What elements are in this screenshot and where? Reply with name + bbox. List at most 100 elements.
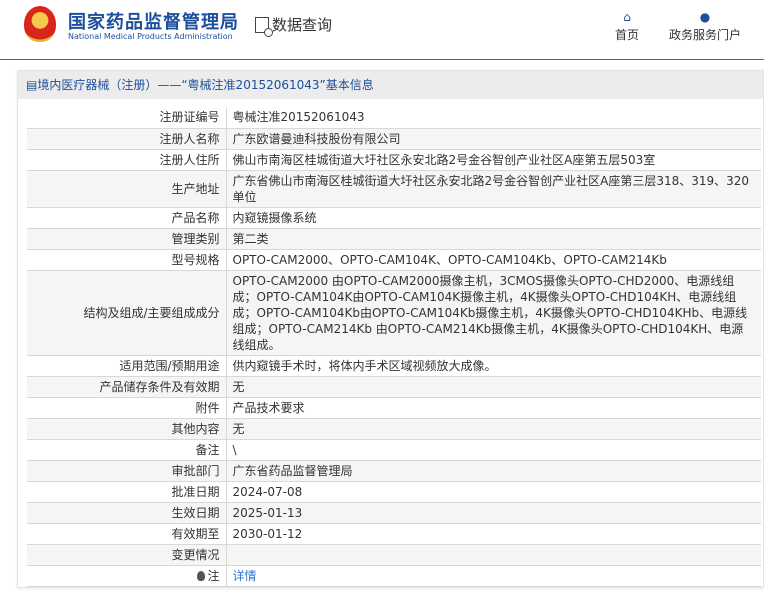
row-value-text: 广东省药品监督管理局 — [232, 463, 353, 478]
table-row: 其他内容无 — [27, 418, 761, 440]
row-label-text: 结构及组成/主要组成成分 — [83, 305, 220, 320]
row-value[interactable]: 详情 — [226, 565, 761, 587]
row-label: 附件 — [27, 397, 227, 419]
row-label-text: 管理类别 — [171, 231, 220, 246]
row-value: 广东省佛山市南海区桂城街道大圩社区永安北路2号金谷智创产业社区A座第三层318、… — [226, 170, 761, 208]
row-label-text: 适用范围/预期用途 — [119, 358, 220, 373]
row-value: 无 — [226, 418, 761, 440]
row-label: 产品名称 — [27, 207, 227, 229]
row-label: 适用范围/预期用途 — [27, 355, 227, 377]
table-row: 变更情况 — [27, 544, 761, 566]
row-value: 第二类 — [226, 228, 761, 250]
nav-home-label: 首页 — [615, 28, 640, 42]
table-row: 产品名称 内窥镜摄像系统 — [27, 207, 761, 229]
row-label: 注册证编号 — [27, 107, 227, 129]
panel-title-text: 境内医疗器械（注册）——“粤械注准20152061043”基本信息 — [37, 78, 374, 92]
table-row: 注册证编号 粤械注准20152061043 — [27, 107, 761, 129]
row-value: 粤械注准20152061043 — [226, 107, 761, 129]
detail-panel: ▤境内医疗器械（注册）——“粤械注准20152061043”基本信息 注册证编号… — [17, 70, 764, 588]
row-value-text: 2024-07-08 — [232, 484, 303, 499]
row-value-text: 2030-01-12 — [232, 526, 303, 541]
row-label-text: 产品名称 — [171, 210, 220, 225]
row-value — [226, 544, 761, 566]
row-label-text: 备注 — [195, 442, 220, 457]
row-value-text: 广东省佛山市南海区桂城街道大圩社区永安北路2号金谷智创产业社区A座第三层318、… — [232, 173, 750, 204]
nav-portal[interactable]: ● 政务服务门户 — [669, 10, 741, 43]
row-label-text: 变更情况 — [171, 547, 220, 562]
row-value-text: 广东欧谱曼迪科技股份有限公司 — [232, 131, 401, 146]
table-row: 有效期至 2030-01-12 — [27, 523, 761, 545]
details-link[interactable]: 详情 — [233, 569, 257, 583]
table-row: 注册人名称 广东欧谱曼迪科技股份有限公司 — [27, 128, 761, 150]
row-label-text: 型号规格 — [171, 252, 220, 267]
row-label-text: 审批部门 — [171, 463, 220, 478]
row-label: 批准日期 — [27, 481, 227, 503]
table-row: 批准日期 2024-07-08 — [27, 481, 761, 503]
table-row: 适用范围/预期用途 供内窥镜手术时，将体内手术区域视频放大成像。 — [27, 355, 761, 377]
table-row: 生产地址 广东省佛山市南海区桂城街道大圩社区永安北路2号金谷智创产业社区A座第三层… — [27, 170, 761, 208]
document-icon: ▤ — [26, 78, 38, 92]
national-emblem-logo — [24, 6, 56, 42]
brand-name-en: National Medical Products Administration — [68, 32, 233, 41]
row-value: 广东省药品监督管理局 — [226, 460, 761, 482]
row-value: 产品技术要求 — [226, 397, 761, 419]
table-row: 结构及组成/主要组成成分 OPTO-CAM2000 由OPTO-CAM2000摄像… — [27, 270, 761, 356]
document-search-icon — [255, 16, 273, 37]
row-label-text: 注 — [207, 568, 220, 583]
row-label: 产品储存条件及有效期 — [27, 376, 227, 398]
table-row: 附件 产品技术要求 — [27, 397, 761, 419]
row-label: 型号规格 — [27, 249, 227, 271]
row-label: 生效日期 — [27, 502, 227, 524]
row-label-text: 生产地址 — [171, 181, 220, 196]
row-value: 广东欧谱曼迪科技股份有限公司 — [226, 128, 761, 150]
row-value: 佛山市南海区桂城街道大圩社区永安北路2号金谷智创产业社区A座第五层503室 — [226, 149, 761, 171]
row-value: 2025-01-13 — [226, 502, 761, 524]
row-value-text: 无 — [232, 379, 245, 394]
nav-portal-label: 政务服务门户 — [669, 28, 742, 42]
table-row: 备注 \ — [27, 439, 761, 461]
row-label-text: 其他内容 — [171, 421, 220, 436]
row-value-text: OPTO-CAM2000、OPTO-CAM104K、OPTO-CAM104Kb、… — [232, 252, 667, 267]
row-value: 供内窥镜手术时，将体内手术区域视频放大成像。 — [226, 355, 761, 377]
row-value: 2024-07-08 — [226, 481, 761, 503]
brand-name: 国家药品监督管理局 — [68, 12, 239, 33]
row-value: 2030-01-12 — [226, 523, 761, 545]
row-label-text: 附件 — [195, 400, 220, 415]
row-value-text: 内窥镜摄像系统 — [232, 210, 317, 225]
table-row: 注详情 — [27, 565, 761, 587]
table-row: 生效日期 2025-01-13 — [27, 502, 761, 524]
row-label-text: 批准日期 — [171, 484, 220, 499]
row-label: 注册人名称 — [27, 128, 227, 150]
row-value-text: 第二类 — [232, 231, 269, 246]
detail-table: 注册证编号 粤械注准20152061043 注册人名称 广东欧谱曼迪科技股份有限公司注… — [27, 107, 761, 587]
row-label-text: 注册证编号 — [159, 110, 220, 125]
row-label-text: 产品储存条件及有效期 — [99, 379, 220, 394]
row-label-text: 注册人名称 — [159, 131, 220, 146]
row-value-text: OPTO-CAM2000 由OPTO-CAM2000摄像主机，3CMOS摄像头O… — [232, 273, 748, 352]
row-value: 内窥镜摄像系统 — [226, 207, 761, 229]
row-label: 生产地址 — [27, 170, 227, 208]
row-label: 注册人住所 — [27, 149, 227, 171]
table-row: 审批部门 广东省药品监督管理局 — [27, 460, 761, 482]
data-query-label: 数据查询 — [272, 16, 333, 34]
row-label-text: 生效日期 — [171, 505, 220, 520]
table-row: 注册人住所 佛山市南海区桂城街道大圩社区永安北路2号金谷智创产业社区A座第五层50… — [27, 149, 761, 171]
row-label-text: 有效期至 — [171, 526, 220, 541]
table-row: 产品储存条件及有效期无 — [27, 376, 761, 398]
row-value: OPTO-CAM2000、OPTO-CAM104K、OPTO-CAM104Kb、… — [226, 249, 761, 271]
row-value-text: 2025-01-13 — [232, 505, 303, 520]
table-row: 型号规格 OPTO-CAM2000、OPTO-CAM104K、OPTO-CAM10… — [27, 249, 761, 271]
row-value-text: 佛山市南海区桂城街道大圩社区永安北路2号金谷智创产业社区A座第五层503室 — [232, 152, 656, 167]
data-query-title: 数据查询 — [255, 14, 333, 37]
row-label-text: 注册人住所 — [159, 152, 220, 167]
lightbulb-icon — [197, 570, 206, 581]
row-value-text: 供内窥镜手术时，将体内手术区域视频放大成像。 — [232, 358, 497, 373]
row-value: 无 — [226, 376, 761, 398]
home-icon: ⌂ — [623, 10, 631, 24]
nav-home[interactable]: ⌂ 首页 — [615, 10, 639, 43]
row-label: 结构及组成/主要组成成分 — [27, 270, 227, 356]
table-row: 管理类别 第二类 — [27, 228, 761, 250]
row-label: 注 — [27, 565, 227, 587]
row-value-text: 产品技术要求 — [232, 400, 305, 415]
row-value-text: 粤械注准20152061043 — [232, 110, 365, 125]
